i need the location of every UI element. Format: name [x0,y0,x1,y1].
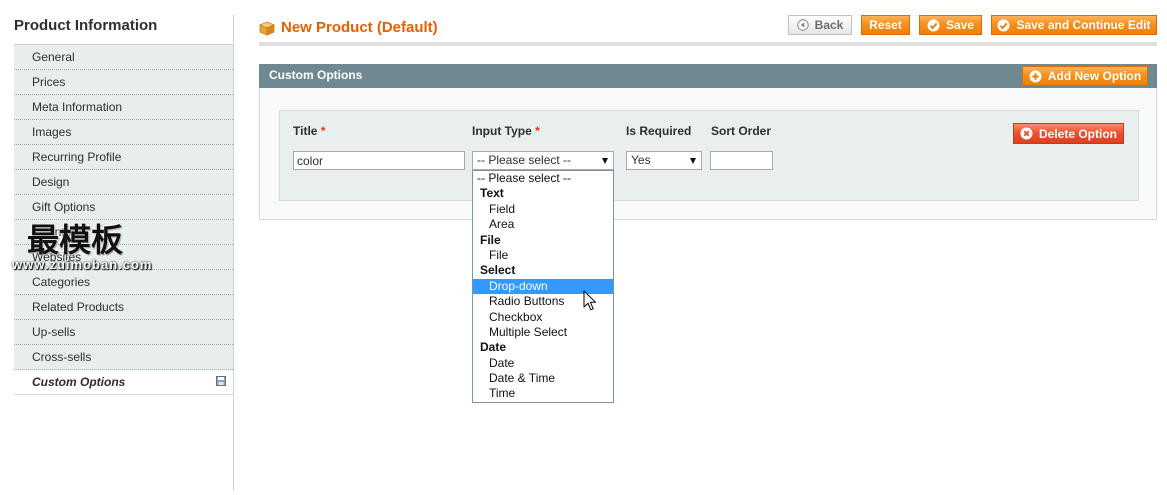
tab-meta-information[interactable]: Meta Information [14,95,233,120]
input-type-label: Input Type * [472,124,540,138]
dropdown-group-date: Date [480,340,507,355]
tab-label: General [32,50,75,64]
back-button-label: Back [814,18,844,32]
watermark-url: www.zuimoban.com [12,257,153,272]
reset-button[interactable]: Reset [861,15,910,35]
input-type-selected-value: -- Please select -- [477,153,572,167]
tab-categories[interactable]: Categories [14,270,233,295]
dropdown-group-file: File [480,232,501,247]
add-new-option-label: Add New Option [1047,69,1142,83]
mouse-cursor-icon [583,290,597,312]
product-box-icon [258,21,276,36]
tab-prices[interactable]: Prices [14,70,233,95]
tab-label: Up-sells [32,325,76,339]
option-title-input[interactable] [293,151,465,170]
save-button[interactable]: Save [919,15,982,35]
input-type-label-text: Input Type [472,124,532,138]
dropdown-option-please-select[interactable]: -- Please select -- [473,171,613,186]
dropdown-option-date[interactable]: Date [473,356,613,371]
dropdown-option-multiple-select[interactable]: Multiple Select [473,325,613,340]
tab-cross-sells[interactable]: Cross-sells [14,345,233,370]
required-asterisk: * [535,124,540,138]
tab-label: Gift Options [32,200,96,214]
tab-label: Design [32,175,70,189]
dropdown-option-area[interactable]: Area [473,217,613,232]
tab-images[interactable]: Images [14,120,233,145]
delete-option-label: Delete Option [1038,126,1117,141]
dropdown-option-field[interactable]: Field [473,202,613,217]
floppy-disk-icon [216,376,226,386]
back-button[interactable]: Back [788,15,852,35]
title-label: Title * [293,124,325,138]
dropdown-group-text: Text [480,186,504,201]
tab-custom-options[interactable]: Custom Options [14,370,233,395]
back-arrow-icon [796,19,809,31]
chevron-down-icon [690,158,696,164]
product-tabs: General Prices Meta Information Images R… [14,44,233,395]
tab-gift-options[interactable]: Gift Options [14,195,233,220]
tab-label: Recurring Profile [32,150,122,164]
save-and-continue-label: Save and Continue Edit [1016,18,1151,32]
tab-label: Related Products [32,300,125,314]
section-title: Custom Options [269,68,363,82]
add-new-option-button[interactable]: Add New Option [1022,66,1148,86]
page-title: New Product (Default) [281,19,438,36]
check-circle-icon [927,19,940,32]
delete-option-button[interactable]: Delete Option [1013,123,1124,144]
dropdown-option-file[interactable]: File [473,248,613,263]
title-label-text: Title [293,124,318,138]
sort-order-label: Sort Order [711,124,772,138]
save-and-continue-button[interactable]: Save and Continue Edit [991,15,1157,35]
input-type-select[interactable]: -- Please select -- [472,151,614,170]
tab-design[interactable]: Design [14,170,233,195]
is-required-label: Is Required [626,124,692,138]
tab-label: Prices [32,75,66,89]
is-required-selected-value: Yes [631,153,651,167]
x-circle-icon [1020,127,1033,140]
sort-order-input[interactable] [710,151,773,170]
check-circle-icon [997,19,1010,32]
sidebar-divider [233,15,234,491]
tab-general[interactable]: General [14,45,233,70]
sidebar-title: Product Information [14,17,158,34]
tab-label: Categories [32,275,91,289]
dropdown-option-date-time[interactable]: Date & Time [473,371,613,386]
tab-related-products[interactable]: Related Products [14,295,233,320]
required-asterisk: * [320,124,326,138]
tab-label: Images [32,125,72,139]
dropdown-option-time[interactable]: Time [473,386,613,401]
plus-circle-icon [1029,70,1042,83]
tab-label: Cross-sells [32,350,92,364]
reset-button-label: Reset [869,18,902,32]
tab-label: Meta Information [32,100,123,114]
dropdown-group-select: Select [480,263,516,278]
header-divider [259,42,1157,46]
save-button-label: Save [945,18,975,32]
tab-recurring-profile[interactable]: Recurring Profile [14,145,233,170]
is-required-select[interactable]: Yes [626,151,702,170]
input-type-dropdown-list: -- Please select -- Text Field Area File… [472,170,614,403]
watermark-logo: 最模板 [27,221,124,259]
tab-label: Custom Options [32,375,126,389]
chevron-down-icon [602,158,608,164]
tab-up-sells[interactable]: Up-sells [14,320,233,345]
